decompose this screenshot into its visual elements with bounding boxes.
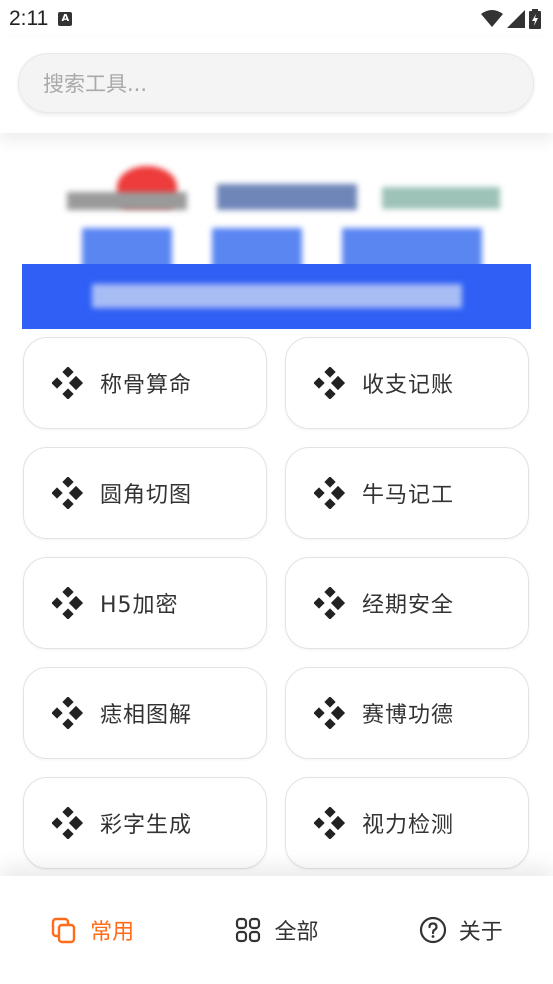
tool-card[interactable]: 收支记账 — [285, 337, 529, 429]
tool-card[interactable]: 圆角切图 — [23, 447, 267, 539]
kodi-diamond-icon — [314, 477, 346, 509]
nav-label: 关于 — [458, 920, 503, 945]
tool-card[interactable]: 视力检测 — [285, 777, 529, 869]
tool-label: 视力检测 — [362, 813, 455, 838]
tool-label: 经期安全 — [362, 593, 455, 618]
wifi-icon — [481, 10, 503, 27]
help-circle-icon — [419, 916, 446, 944]
tool-card[interactable]: 经期安全 — [285, 557, 529, 649]
search-area: 搜索工具... — [0, 38, 553, 133]
app-screen: 2:11 A 搜索工具... 称骨算命 收支记账 圆角切图 牛马记工 H5加密 … — [0, 0, 553, 984]
tool-card[interactable]: 牛马记工 — [285, 447, 529, 539]
tool-label: 赛博功德 — [362, 703, 455, 728]
kodi-diamond-icon — [52, 587, 84, 619]
status-time: 2:11 — [9, 7, 49, 30]
status-bar: 2:11 A — [0, 0, 553, 38]
tool-label: 称骨算命 — [100, 373, 193, 398]
tool-card[interactable]: 赛博功德 — [285, 667, 529, 759]
search-input[interactable]: 搜索工具... — [18, 53, 534, 113]
nav-tab-about[interactable]: 关于 — [381, 914, 541, 946]
kodi-diamond-icon — [52, 697, 84, 729]
bottom-nav: 常用 全部 关于 — [0, 876, 553, 984]
tool-card[interactable]: H5加密 — [23, 557, 267, 649]
kodi-diamond-icon — [314, 807, 346, 839]
kodi-diamond-icon — [52, 367, 84, 399]
tool-label: 收支记账 — [362, 373, 455, 398]
nav-tab-all[interactable]: 全部 — [196, 914, 356, 946]
tool-card[interactable]: 称骨算命 — [23, 337, 267, 429]
kodi-diamond-icon — [52, 807, 84, 839]
nav-label: 全部 — [274, 920, 319, 945]
nav-tab-common[interactable]: 常用 — [12, 914, 172, 946]
signal-icon — [507, 10, 525, 28]
tool-label: 彩字生成 — [100, 813, 193, 838]
tool-label: 圆角切图 — [100, 483, 193, 508]
banner-image[interactable] — [22, 152, 531, 329]
copy-icon — [51, 917, 76, 944]
tool-card[interactable]: 彩字生成 — [23, 777, 267, 869]
kodi-diamond-icon — [314, 697, 346, 729]
nav-label: 常用 — [90, 920, 135, 945]
kodi-diamond-icon — [314, 587, 346, 619]
grid-icon — [236, 917, 261, 943]
tool-label: 痣相图解 — [100, 703, 193, 728]
notification-icon: A — [58, 12, 73, 26]
search-placeholder: 搜索工具... — [43, 72, 148, 96]
battery-icon — [529, 9, 541, 29]
tool-label: H5加密 — [100, 593, 179, 618]
tool-card[interactable]: 痣相图解 — [23, 667, 267, 759]
tool-label: 牛马记工 — [362, 483, 455, 508]
kodi-diamond-icon — [52, 477, 84, 509]
kodi-diamond-icon — [314, 367, 346, 399]
